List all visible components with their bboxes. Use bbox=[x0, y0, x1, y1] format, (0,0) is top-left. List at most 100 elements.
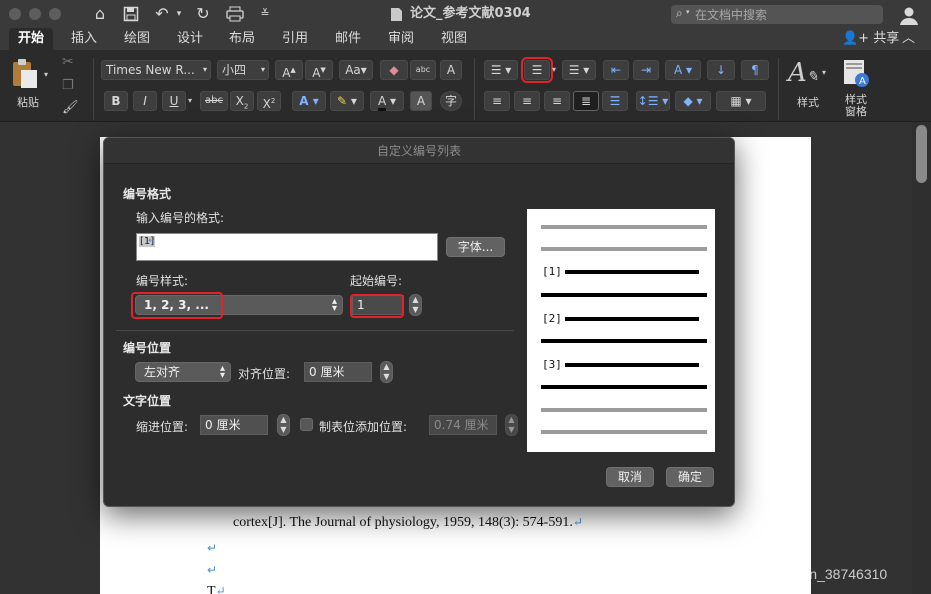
character-border-icon[interactable]: A bbox=[440, 60, 462, 80]
tab-home[interactable]: 开始 bbox=[9, 28, 53, 50]
dialog-title: 自定义编号列表 bbox=[104, 138, 734, 164]
customize-toolbar-icon[interactable]: ≚ bbox=[258, 4, 272, 24]
tab-design[interactable]: 设计 bbox=[168, 28, 212, 50]
font-color-button[interactable]: A ▾ bbox=[370, 91, 404, 111]
decrease-indent-button[interactable]: ⇤ bbox=[603, 60, 629, 80]
preview-line bbox=[541, 247, 707, 251]
shrink-font-button[interactable]: A▼ bbox=[305, 60, 333, 80]
vertical-scrollbar[interactable] bbox=[912, 122, 931, 594]
styles-pane-icon[interactable]: A bbox=[842, 58, 870, 88]
tab-mailings[interactable]: 邮件 bbox=[326, 28, 370, 50]
underline-button[interactable]: U bbox=[162, 91, 186, 111]
tab-review[interactable]: 审阅 bbox=[379, 28, 423, 50]
minimize-window-button[interactable] bbox=[29, 8, 41, 20]
shading-button[interactable]: ◆ ▾ bbox=[675, 91, 711, 111]
subscript-button[interactable]: X2 bbox=[230, 91, 254, 111]
document-title: 论文_参考文献0304 bbox=[410, 6, 531, 21]
tab-stop-input[interactable]: 0.74 厘米 bbox=[429, 415, 497, 435]
tab-view[interactable]: 视图 bbox=[432, 28, 476, 50]
chinese-layout-button[interactable]: A ▾ bbox=[665, 60, 701, 80]
copy-icon[interactable]: ❐ bbox=[62, 78, 74, 93]
paste-icon[interactable] bbox=[10, 58, 38, 90]
grow-font-button[interactable]: A▲ bbox=[275, 60, 303, 80]
chevron-updown-icon: ▴ ▾ bbox=[331, 296, 337, 314]
tab-stop-stepper[interactable]: ▲ ▼ bbox=[505, 414, 518, 436]
tab-references[interactable]: 引用 bbox=[273, 28, 317, 50]
preview-line bbox=[541, 225, 707, 229]
search-options-chevron-icon[interactable]: ▾ bbox=[686, 8, 690, 16]
search-icon: ⌕ bbox=[676, 6, 683, 20]
line-spacing-button[interactable]: ↕☰ ▾ bbox=[636, 91, 670, 111]
tab-stop-checkbox[interactable] bbox=[300, 418, 313, 431]
alignment-select[interactable]: 左对齐 ▴ ▾ bbox=[135, 362, 231, 382]
enclose-character-button[interactable]: 字 bbox=[440, 91, 462, 111]
show-marks-button[interactable]: ¶ bbox=[741, 60, 769, 80]
document-text-line[interactable]: cortex[J]. The Journal of physiology, 19… bbox=[233, 515, 583, 531]
highlight-color-button[interactable]: ✎ ▾ bbox=[330, 91, 364, 111]
italic-button[interactable]: I bbox=[133, 91, 157, 111]
undo-dropdown-icon[interactable]: ▾ bbox=[174, 4, 184, 24]
document-text-line[interactable]: T↵ bbox=[207, 584, 226, 594]
phonetic-guide-icon[interactable]: abc bbox=[410, 60, 436, 80]
save-icon[interactable] bbox=[121, 4, 141, 24]
numbering-preview: [1] [2] [3] bbox=[527, 209, 715, 452]
preview-number: [2] bbox=[542, 312, 562, 325]
clear-formatting-icon[interactable]: ◆ bbox=[380, 60, 408, 80]
styles-icon[interactable]: A✎ bbox=[788, 58, 820, 88]
preview-number: [3] bbox=[542, 358, 562, 371]
sort-button[interactable]: ↓ bbox=[707, 60, 735, 80]
collapse-ribbon-chevron-icon[interactable]: ︿ bbox=[902, 29, 915, 49]
styles-dropdown-icon[interactable]: ▾ bbox=[822, 68, 826, 77]
change-case-button[interactable]: Aa▾ bbox=[339, 60, 373, 80]
borders-button[interactable]: ▦ ▾ bbox=[716, 91, 766, 111]
cut-icon[interactable]: ✂ bbox=[62, 54, 74, 70]
font-size-select[interactable]: 小四 ▾ bbox=[217, 60, 269, 80]
start-at-stepper[interactable]: ▲ ▼ bbox=[409, 294, 422, 316]
font-name-select[interactable]: Times New R... ▾ bbox=[101, 60, 211, 80]
character-shading-button[interactable]: A bbox=[410, 91, 432, 111]
aligned-at-stepper[interactable]: ▲ ▼ bbox=[380, 361, 393, 383]
distributed-button[interactable]: ☰ bbox=[602, 91, 628, 111]
aligned-at-input[interactable]: 0 厘米 bbox=[304, 362, 372, 382]
multilevel-list-button[interactable]: ☰ ▾ bbox=[562, 60, 596, 80]
align-right-button[interactable]: ≡ bbox=[544, 91, 570, 111]
zoom-window-button[interactable] bbox=[49, 8, 61, 20]
home-icon[interactable]: ⌂ bbox=[90, 4, 110, 24]
preview-line bbox=[541, 385, 707, 389]
numbering-dropdown-icon[interactable]: ▾ bbox=[552, 65, 556, 74]
numbering-button[interactable]: ☰ bbox=[521, 57, 553, 83]
increase-indent-button[interactable]: ⇥ bbox=[633, 60, 659, 80]
ok-button[interactable]: 确定 bbox=[666, 467, 714, 487]
ribbon-tab-bar: 开始 插入 绘图 设计 布局 引用 邮件 审阅 视图 👤+ 共享 ︿ bbox=[0, 28, 931, 50]
number-format-field[interactable]: [1] ↵ bbox=[136, 233, 438, 261]
superscript-button[interactable]: X2 bbox=[257, 91, 281, 111]
undo-icon[interactable]: ↶ bbox=[152, 4, 172, 24]
tab-insert[interactable]: 插入 bbox=[62, 28, 106, 50]
search-box[interactable]: ⌕ ▾ bbox=[671, 5, 883, 24]
font-button[interactable]: 字体... bbox=[446, 237, 505, 257]
share-button[interactable]: 👤+ 共享 bbox=[842, 29, 899, 49]
redo-icon[interactable]: ↻ bbox=[193, 4, 213, 24]
indent-at-stepper[interactable]: ▲ ▼ bbox=[277, 414, 290, 436]
preview-line bbox=[541, 293, 707, 297]
close-window-button[interactable] bbox=[9, 8, 21, 20]
underline-dropdown-icon[interactable]: ▾ bbox=[188, 96, 192, 105]
tab-layout[interactable]: 布局 bbox=[220, 28, 264, 50]
indent-at-input[interactable]: 0 厘米 bbox=[200, 415, 268, 435]
paste-dropdown-icon[interactable]: ▾ bbox=[44, 70, 48, 79]
search-input[interactable] bbox=[695, 6, 879, 23]
text-effects-button[interactable]: A ▾ bbox=[292, 91, 326, 111]
bullets-button[interactable]: ☰ ▾ bbox=[484, 60, 518, 80]
highlight-box bbox=[131, 292, 223, 319]
align-left-button[interactable]: ≡ bbox=[484, 91, 510, 111]
justify-button[interactable]: ≣ bbox=[573, 91, 599, 111]
cancel-button[interactable]: 取消 bbox=[606, 467, 654, 487]
bold-button[interactable]: B bbox=[104, 91, 128, 111]
strikethrough-button[interactable]: abc bbox=[200, 91, 228, 111]
format-painter-icon[interactable]: 🖌 bbox=[62, 100, 79, 115]
account-avatar-icon[interactable] bbox=[898, 4, 920, 26]
tab-draw[interactable]: 绘图 bbox=[115, 28, 159, 50]
print-icon[interactable] bbox=[224, 4, 246, 24]
align-center-button[interactable]: ≡ bbox=[514, 91, 540, 111]
scrollbar-thumb[interactable] bbox=[916, 125, 927, 183]
